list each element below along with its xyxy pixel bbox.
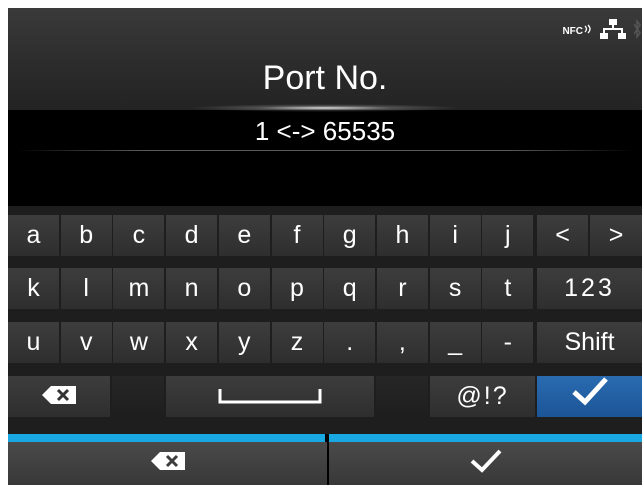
space-icon: [218, 377, 322, 418]
key-hyphen[interactable]: -: [482, 322, 534, 363]
valid-range-text: 1 <-> 65535: [254, 116, 396, 146]
key-u[interactable]: u: [8, 322, 59, 363]
key-x[interactable]: x: [166, 322, 218, 363]
key-comma[interactable]: ,: [376, 322, 428, 363]
key-a[interactable]: a: [8, 215, 59, 256]
key-e[interactable]: e: [218, 215, 270, 256]
backspace-icon: [41, 377, 77, 418]
numeric-mode-key[interactable]: 123: [537, 268, 642, 309]
status-icons: NFC: [562, 18, 642, 44]
key-w[interactable]: w: [113, 322, 165, 363]
cursor-right-key[interactable]: >: [590, 215, 642, 256]
key-r[interactable]: r: [376, 268, 428, 309]
key-s[interactable]: s: [429, 268, 481, 309]
backspace-key[interactable]: [8, 376, 110, 417]
key-n[interactable]: n: [166, 268, 218, 309]
key-o[interactable]: o: [218, 268, 270, 309]
key-p[interactable]: p: [271, 268, 323, 309]
cancel-indicator-bar: [8, 434, 325, 442]
blank-key: [112, 376, 164, 417]
key-j[interactable]: j: [482, 215, 534, 256]
key-z[interactable]: z: [271, 322, 323, 363]
key-f[interactable]: f: [271, 215, 323, 256]
key-g[interactable]: g: [324, 215, 376, 256]
key-k[interactable]: k: [8, 268, 59, 309]
bluetooth-icon: [632, 18, 642, 45]
key-m[interactable]: m: [113, 268, 165, 309]
key-t[interactable]: t: [482, 268, 534, 309]
page-title: Port No.: [262, 59, 388, 97]
ok-button[interactable]: [329, 442, 642, 485]
header: NFC Port No.: [8, 8, 642, 112]
space-key[interactable]: [166, 376, 374, 417]
key-d[interactable]: d: [166, 215, 218, 256]
key-l[interactable]: l: [60, 268, 112, 309]
key-y[interactable]: y: [218, 322, 270, 363]
key-h[interactable]: h: [376, 215, 428, 256]
port-input-field[interactable]: [8, 151, 642, 205]
key-b[interactable]: b: [60, 215, 112, 256]
key-c[interactable]: c: [113, 215, 165, 256]
key-period[interactable]: .: [324, 322, 376, 363]
ok-indicator-bar: [329, 434, 642, 442]
cancel-button[interactable]: [8, 442, 327, 485]
network-icon: [600, 18, 626, 45]
backspace-icon: [150, 451, 186, 476]
shift-key[interactable]: Shift: [537, 322, 642, 363]
printer-screen: NFC Port No. 1 <-> 65535 a b c d e f g h…: [8, 8, 642, 485]
key-q[interactable]: q: [324, 268, 376, 309]
checkmark-icon: [571, 376, 609, 419]
checkmark-icon: [469, 448, 503, 479]
key-v[interactable]: v: [60, 322, 112, 363]
key-i[interactable]: i: [429, 215, 481, 256]
symbols-key[interactable]: @!?: [430, 376, 535, 417]
nfc-icon: NFC: [562, 24, 594, 37]
nfc-label: NFC: [562, 25, 583, 37]
blank-key: [376, 376, 428, 417]
on-screen-keyboard: abcdefghij klmnopqrst u v w x y z., _ - < > 123…: [8, 206, 642, 434]
cursor-left-key[interactable]: <: [537, 215, 588, 256]
key-underscore[interactable]: _: [429, 322, 481, 363]
enter-key[interactable]: [537, 376, 642, 417]
